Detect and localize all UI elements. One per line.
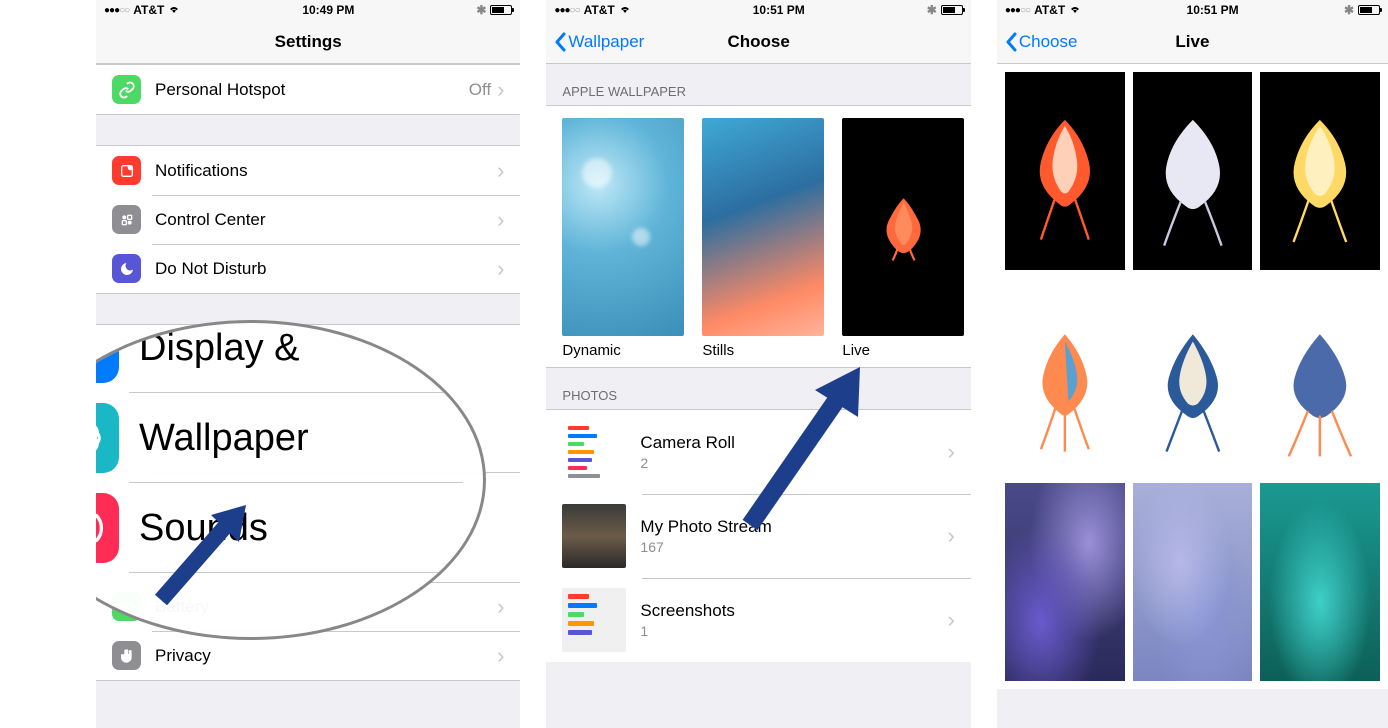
- stills-wallpaper-button[interactable]: Stills: [702, 118, 824, 359]
- moon-icon: [112, 254, 141, 283]
- signal-dots-icon: ●●●○○: [104, 5, 129, 16]
- carrier-label: AT&T: [133, 3, 164, 17]
- signal-dots-icon: ●●●○○: [554, 5, 579, 16]
- hotspot-label: Personal Hotspot: [155, 80, 285, 100]
- bluetooth-icon: ✱: [927, 3, 937, 17]
- nav-header: Settings: [96, 20, 520, 64]
- nav-header: Wallpaper Choose: [546, 20, 970, 64]
- chevron-right-icon: ›: [497, 596, 504, 618]
- camera-roll-thumb: [562, 420, 626, 484]
- live-wallpaper-5[interactable]: [1133, 278, 1253, 476]
- notifications-icon: [112, 156, 141, 185]
- live-wallpaper-6[interactable]: [1260, 278, 1380, 476]
- wifi-icon: [168, 3, 180, 17]
- battery-icon: [490, 5, 512, 15]
- personal-hotspot-row[interactable]: Personal Hotspot Off ›: [96, 65, 520, 114]
- bluetooth-icon: ✱: [1344, 3, 1354, 17]
- photo-stream-thumb: [562, 504, 626, 568]
- chevron-right-icon: ›: [497, 160, 504, 182]
- chevron-right-icon: ›: [497, 79, 504, 101]
- page-title: Choose: [727, 32, 789, 52]
- dnd-label: Do Not Disturb: [155, 259, 266, 279]
- privacy-row[interactable]: Privacy ›: [96, 631, 520, 680]
- status-time: 10:51 PM: [1187, 3, 1239, 17]
- wifi-icon: [619, 3, 631, 17]
- control-center-row[interactable]: Control Center ›: [96, 195, 520, 244]
- notifications-row[interactable]: Notifications ›: [96, 146, 520, 195]
- stills-thumb: [702, 118, 824, 336]
- screenshots-thumb: [562, 588, 626, 652]
- battery-icon: [941, 5, 963, 15]
- status-bar: ●●●○○ AT&T 10:49 PM ✱: [96, 0, 520, 20]
- battery-settings-icon: [112, 592, 141, 621]
- live-wallpaper-4[interactable]: [1005, 278, 1125, 476]
- back-button[interactable]: Wallpaper: [554, 20, 644, 63]
- camera-roll-row[interactable]: Camera Roll 2 ›: [546, 410, 970, 494]
- live-wallpaper-grid: [997, 64, 1388, 689]
- apple-wallpaper-row: Dynamic Stills Live: [546, 105, 970, 368]
- chevron-right-icon: ›: [497, 645, 504, 667]
- status-time: 10:49 PM: [302, 3, 354, 17]
- bluetooth-icon: ✱: [476, 3, 486, 17]
- privacy-label: Privacy: [155, 646, 211, 666]
- live-wallpaper-3[interactable]: [1260, 72, 1380, 270]
- photo-stream-title: My Photo Stream: [640, 517, 771, 537]
- dynamic-label: Dynamic: [562, 342, 684, 359]
- status-time: 10:51 PM: [753, 3, 805, 17]
- screenshots-count: 1: [640, 623, 735, 639]
- live-wallpaper-8[interactable]: [1133, 483, 1253, 681]
- live-wallpaper-1[interactable]: [1005, 72, 1125, 270]
- live-wallpaper-7[interactable]: [1005, 483, 1125, 681]
- status-bar: ●●●○○ AT&T 10:51 PM ✱: [997, 0, 1388, 20]
- screenshots-container: ●●●○○ AT&T 10:49 PM ✱ Settings Personal …: [0, 0, 1388, 728]
- photos-header: PHOTOS: [546, 368, 970, 409]
- control-center-icon: [112, 205, 141, 234]
- chevron-left-icon: [1005, 32, 1017, 52]
- chevron-right-icon: ›: [497, 258, 504, 280]
- chevron-right-icon: ›: [948, 609, 955, 631]
- stills-label: Stills: [702, 342, 824, 359]
- back-button[interactable]: Choose: [1005, 20, 1078, 63]
- carrier-label: AT&T: [1034, 3, 1065, 17]
- live-label: Live: [842, 342, 964, 359]
- link-icon: [112, 75, 141, 104]
- back-label: Wallpaper: [568, 32, 644, 52]
- dynamic-thumb: [562, 118, 684, 336]
- wifi-icon: [1069, 3, 1081, 17]
- battery-label: Battery: [155, 597, 209, 617]
- chevron-right-icon: ›: [948, 441, 955, 463]
- settings-screen: ●●●○○ AT&T 10:49 PM ✱ Settings Personal …: [96, 0, 520, 728]
- control-center-label: Control Center: [155, 210, 266, 230]
- page-title: Settings: [275, 32, 342, 52]
- chevron-right-icon: ›: [948, 525, 955, 547]
- hand-icon: [112, 641, 141, 670]
- chevron-left-icon: [554, 32, 566, 52]
- page-title: Live: [1175, 32, 1209, 52]
- live-wallpaper-screen: ●●●○○ AT&T 10:51 PM ✱ Choose Live: [997, 0, 1388, 728]
- notifications-label: Notifications: [155, 161, 248, 181]
- live-wallpaper-9[interactable]: [1260, 483, 1380, 681]
- dnd-row[interactable]: Do Not Disturb ›: [96, 244, 520, 293]
- back-label: Choose: [1019, 32, 1078, 52]
- dynamic-wallpaper-button[interactable]: Dynamic: [562, 118, 684, 359]
- nav-header: Choose Live: [997, 20, 1388, 64]
- live-thumb: [842, 118, 964, 336]
- signal-dots-icon: ●●●○○: [1005, 5, 1030, 16]
- battery-row[interactable]: Battery ›: [96, 582, 520, 631]
- battery-icon: [1358, 5, 1380, 15]
- camera-roll-count: 2: [640, 455, 734, 471]
- screenshots-row[interactable]: Screenshots 1 ›: [546, 578, 970, 662]
- choose-wallpaper-screen: ●●●○○ AT&T 10:51 PM ✱ Wallpaper Choose A…: [546, 0, 970, 728]
- live-wallpaper-button[interactable]: Live: [842, 118, 964, 359]
- carrier-label: AT&T: [584, 3, 615, 17]
- chevron-right-icon: ›: [497, 209, 504, 231]
- live-wallpaper-2[interactable]: [1133, 72, 1253, 270]
- hotspot-value: Off: [469, 80, 491, 100]
- screenshots-title: Screenshots: [640, 601, 735, 621]
- photo-stream-row[interactable]: My Photo Stream 167 ›: [546, 494, 970, 578]
- apple-wallpaper-header: APPLE WALLPAPER: [546, 64, 970, 105]
- status-bar: ●●●○○ AT&T 10:51 PM ✱: [546, 0, 970, 20]
- camera-roll-title: Camera Roll: [640, 433, 734, 453]
- photo-stream-count: 167: [640, 539, 771, 555]
